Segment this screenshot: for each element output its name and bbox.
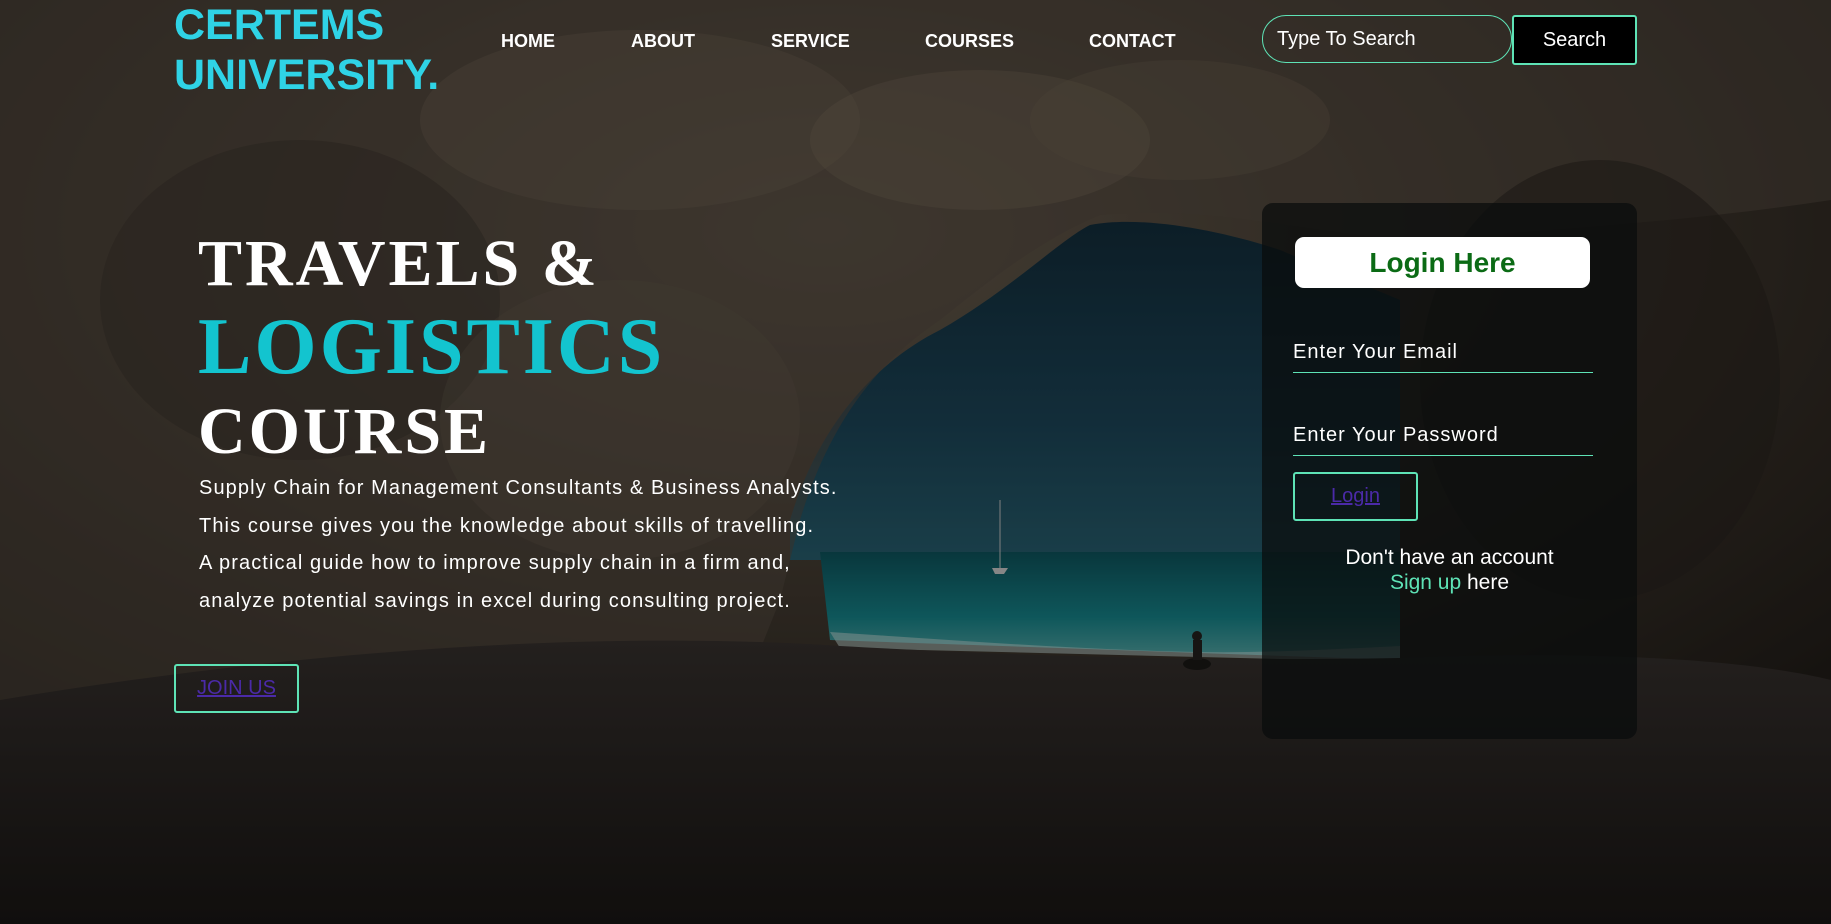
hero-title-line-2: LOGISTICS	[198, 303, 666, 391]
login-panel: Login Here Login Don't have an account S…	[1262, 203, 1637, 739]
logo-line-1: CERTEMS	[174, 1, 385, 49]
hero-description-line: A practical guide how to improve supply …	[199, 552, 791, 574]
login-button[interactable]: Login	[1293, 472, 1418, 521]
site-logo[interactable]: CERTEMS UNIVERSITY.	[174, 0, 439, 100]
nav-item-service[interactable]: SERVICE	[771, 31, 850, 52]
nav-item-about[interactable]: ABOUT	[631, 31, 695, 52]
hero-description: Supply Chain for Management Consultants …	[199, 470, 838, 620]
password-field[interactable]	[1293, 416, 1593, 456]
signup-line: Sign up here	[1262, 570, 1637, 595]
logo-line-2: UNIVERSITY.	[174, 51, 440, 99]
signup-link[interactable]: Sign up	[1390, 571, 1461, 594]
join-us-button[interactable]: JOIN US	[174, 664, 299, 713]
signup-suffix: here	[1461, 571, 1510, 594]
hero-description-line: analyze potential savings in excel durin…	[199, 589, 791, 612]
nav-item-home[interactable]: HOME	[501, 31, 555, 52]
hero-description-line: Supply Chain for Management Consultants …	[199, 477, 838, 499]
hero-description-line: This course gives you the knowledge abou…	[199, 514, 815, 537]
search-input[interactable]	[1262, 15, 1512, 63]
nav-item-courses[interactable]: COURSES	[925, 31, 1014, 52]
hero-title-line-1: TRAVELS &	[198, 227, 600, 300]
nav-item-contact[interactable]: CONTACT	[1089, 31, 1176, 52]
login-heading: Login Here	[1295, 237, 1590, 288]
search-button[interactable]: Search	[1512, 15, 1637, 65]
signup-prompt: Don't have an account Sign up here	[1262, 545, 1637, 595]
email-field[interactable]	[1293, 333, 1593, 373]
no-account-text: Don't have an account	[1345, 546, 1554, 569]
hero-title-line-3: COURSE	[198, 395, 492, 468]
